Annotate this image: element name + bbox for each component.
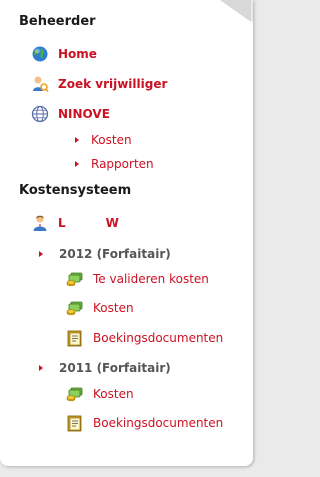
group-2011[interactable]: 2011 (Forfaitair): [39, 358, 171, 378]
group-label-2012[interactable]: 2012 (Forfaitair): [59, 247, 171, 261]
nav-item-home[interactable]: Home: [31, 44, 97, 64]
section-title-kostensysteem: Kostensysteem: [19, 183, 132, 198]
nav-link-rapporten[interactable]: Rapporten: [91, 157, 154, 171]
booking-document-icon: [66, 329, 84, 347]
group-2011-item-boekingsdocumenten[interactable]: Boekingsdocumenten: [66, 413, 223, 433]
money-coins-icon: [66, 299, 84, 317]
nav-link-boekingsdocumenten-2011[interactable]: Boekingsdocumenten: [93, 416, 223, 430]
nav-link-kosten[interactable]: Kosten: [91, 133, 132, 147]
nav-item-ninove[interactable]: NINOVE: [31, 104, 110, 124]
arrow-right-icon: [75, 137, 79, 143]
nav-link-kosten-2011[interactable]: Kosten: [93, 387, 134, 401]
group-label-2011[interactable]: 2011 (Forfaitair): [59, 361, 171, 375]
nav-link-home[interactable]: Home: [58, 47, 97, 61]
booking-document-icon: [66, 414, 84, 432]
section-title-beheerder: Beheerder: [19, 14, 96, 29]
nav-link-user-first[interactable]: L: [58, 216, 66, 230]
nav-subitem-rapporten[interactable]: Rapporten: [75, 154, 154, 174]
navigation-panel: Beheerder Home Zoek vrijwilliger NINOVE …: [0, 0, 253, 466]
group-2012[interactable]: 2012 (Forfaitair): [39, 244, 171, 264]
nav-link-kosten-2012[interactable]: Kosten: [93, 301, 134, 315]
arrow-right-icon: [39, 251, 43, 257]
group-2011-item-kosten[interactable]: Kosten: [66, 384, 134, 404]
arrow-right-icon: [75, 161, 79, 167]
group-2012-item-boekingsdocumenten[interactable]: Boekingsdocumenten: [66, 328, 223, 348]
user-search-icon: [31, 75, 49, 93]
globe-icon: [31, 45, 49, 63]
nav-item-zoek-vrijwilliger[interactable]: Zoek vrijwilliger: [31, 74, 167, 94]
nav-item-user[interactable]: L W: [31, 213, 119, 233]
network-globe-icon: [31, 105, 49, 123]
page-corner-shadow: [220, 0, 251, 22]
nav-link-zoek-vrijwilliger[interactable]: Zoek vrijwilliger: [58, 77, 167, 91]
user-icon: [31, 214, 49, 232]
nav-link-te-valideren-kosten[interactable]: Te valideren kosten: [93, 272, 209, 286]
nav-link-ninove[interactable]: NINOVE: [58, 107, 110, 121]
nav-link-boekingsdocumenten-2012[interactable]: Boekingsdocumenten: [93, 331, 223, 345]
money-coins-icon: [66, 270, 84, 288]
group-2012-item-kosten[interactable]: Kosten: [66, 298, 134, 318]
nav-subitem-kosten[interactable]: Kosten: [75, 130, 132, 150]
nav-link-user-last[interactable]: W: [106, 216, 119, 230]
money-coins-icon: [66, 385, 84, 403]
arrow-right-icon: [39, 365, 43, 371]
group-2012-item-te-valideren[interactable]: Te valideren kosten: [66, 269, 209, 289]
